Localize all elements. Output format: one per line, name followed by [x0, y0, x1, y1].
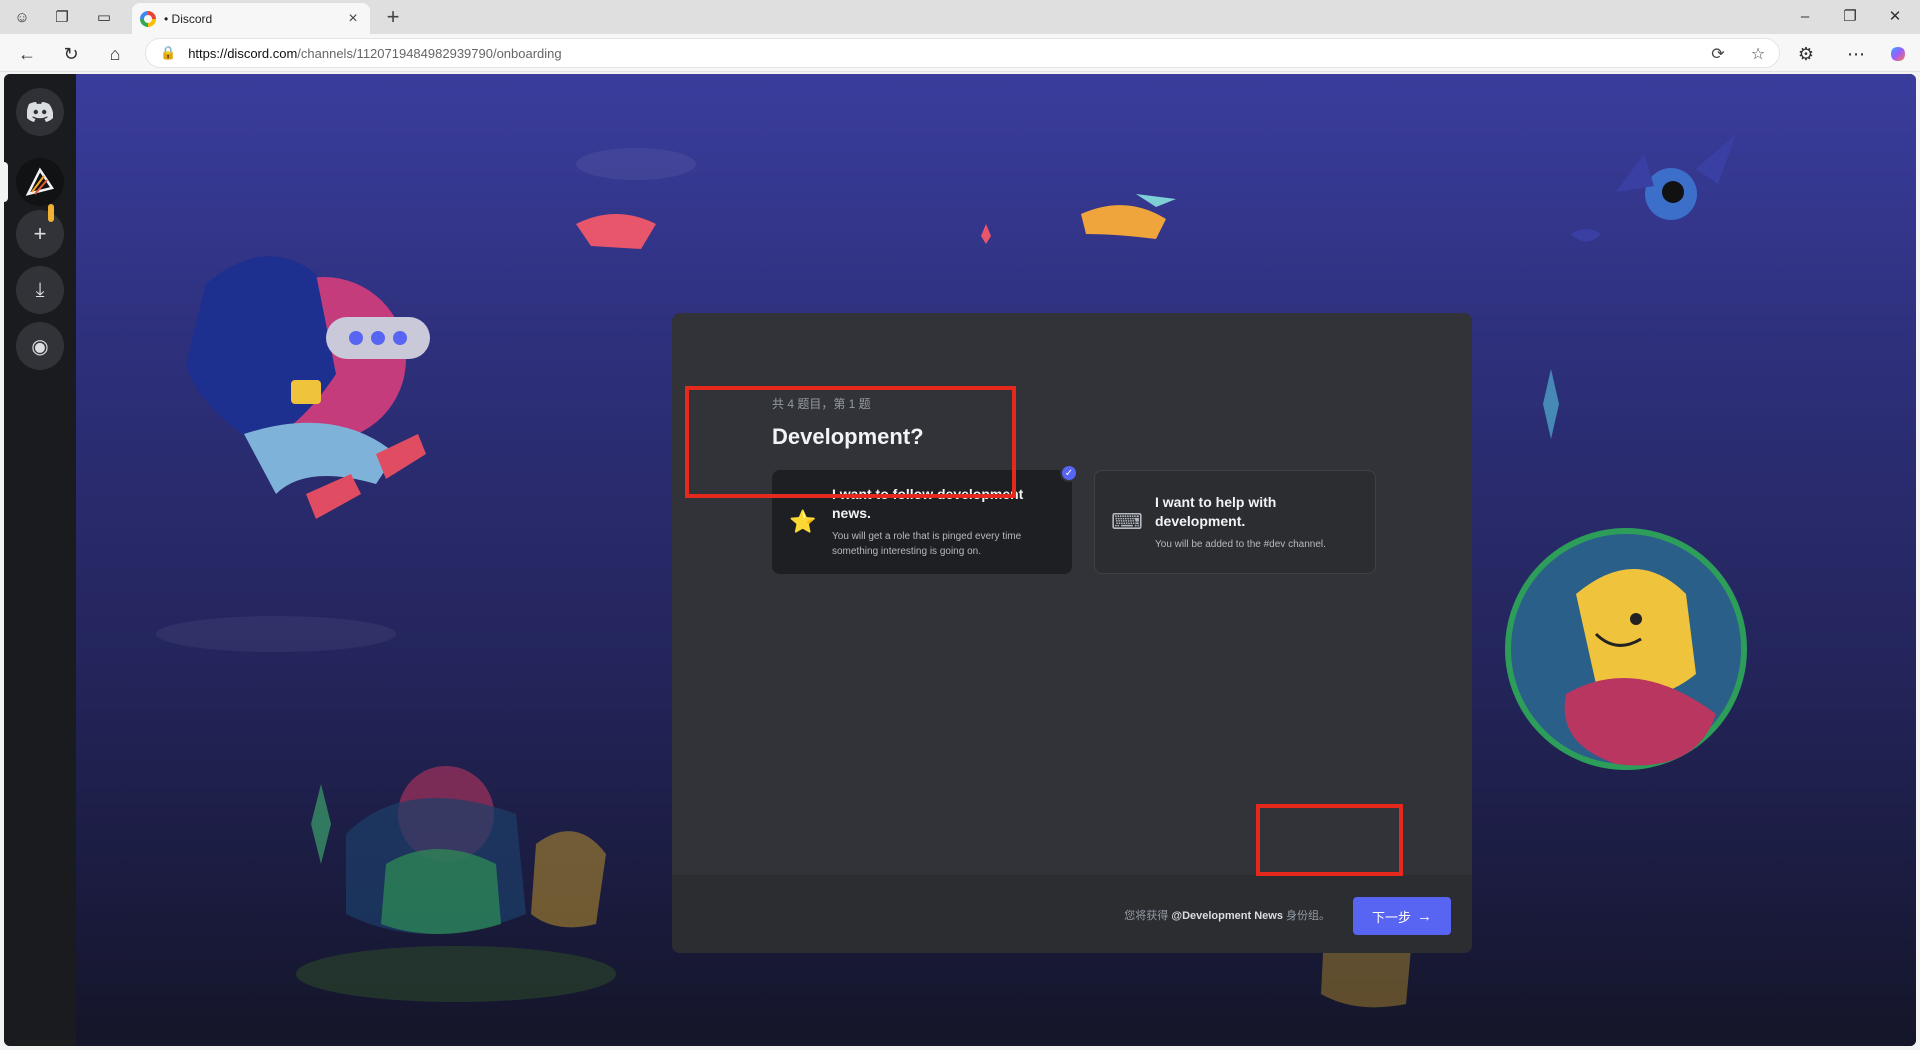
- favorite-star-icon[interactable]: ☆: [1746, 42, 1770, 66]
- back-icon[interactable]: ←: [14, 41, 40, 67]
- translate-icon[interactable]: ⟳: [1706, 42, 1730, 66]
- active-server-indicator: [4, 162, 8, 202]
- tab-title: • Discord: [164, 11, 213, 26]
- next-button-label: 下一步: [1371, 909, 1411, 925]
- more-menu-icon[interactable]: ⋯: [1843, 41, 1869, 67]
- question-progress: 共 4 题目，第 1 题: [772, 397, 871, 411]
- discord-favicon-icon: [140, 10, 156, 27]
- browser-toolbar: ← ↻ ⌂ 🔒 https://discord.com/channels/112…: [0, 34, 1920, 72]
- tab-actions-icon[interactable]: ▭: [92, 5, 116, 29]
- option-description: You will be added to the #dev channel.: [1155, 538, 1326, 550]
- question-title: Development?: [772, 424, 924, 449]
- copilot-icon[interactable]: [1885, 41, 1911, 67]
- star-emoji-icon: ⭐: [789, 509, 817, 534]
- minimize-icon[interactable]: –: [1785, 2, 1825, 32]
- onboarding-backdrop: 共 4 题目，第 1 题 Development? ⭐ I want to fo…: [76, 74, 1916, 1046]
- option-description: You will get a role that is pinged every…: [832, 531, 1022, 557]
- option-title: I want to follow development news.: [832, 486, 1024, 521]
- answer-options: ⭐ I want to follow development news. You…: [772, 464, 1376, 574]
- role-note-suffix: 身份组。: [1286, 910, 1330, 922]
- onboarding-modal: 共 4 题目，第 1 题 Development? ⭐ I want to fo…: [672, 313, 1472, 953]
- add-server-icon[interactable]: +: [16, 210, 64, 258]
- tab-discord[interactable]: • Discord ×: [132, 3, 370, 34]
- browser-tab-bar: ☺ ❐ ▭ • Discord × + – ❐ ✕: [0, 0, 1920, 34]
- download-icon[interactable]: ⤓: [16, 266, 64, 314]
- onboarding-body: 共 4 题目，第 1 题 Development? ⭐ I want to fo…: [672, 313, 1472, 875]
- restore-icon[interactable]: ❐: [1830, 2, 1870, 32]
- option-title: I want to help with development.: [1155, 493, 1277, 529]
- arrow-right-icon: →: [1417, 907, 1432, 925]
- url-host: https://discord.com: [188, 45, 298, 61]
- compass-icon[interactable]: ◉: [16, 322, 64, 370]
- tab-close-icon[interactable]: ×: [344, 10, 362, 28]
- collections-icon[interactable]: ❐: [50, 5, 74, 29]
- profile-icon[interactable]: ☺: [10, 5, 34, 29]
- next-button[interactable]: 下一步 →: [1353, 897, 1451, 935]
- extensions-icon[interactable]: ⚙: [1793, 41, 1819, 67]
- refresh-icon[interactable]: ↻: [58, 41, 84, 67]
- role-note-prefix: 您将获得: [1124, 910, 1169, 922]
- option-follow-news[interactable]: ⭐ I want to follow development news. You…: [772, 464, 1078, 574]
- home-icon[interactable]: ⌂: [102, 41, 128, 67]
- url-path: /channels/1120719484982939790/onboarding: [297, 45, 562, 61]
- role-grant-note: 您将获得 @Development News 身份组。: [1124, 907, 1330, 923]
- selected-check-icon: ✓: [1060, 464, 1078, 482]
- discord-home-icon[interactable]: [16, 88, 64, 136]
- onboarding-footer: 您将获得 @Development News 身份组。 下一步 →: [672, 875, 1472, 953]
- server-sidebar: + ⤓ ◉: [4, 74, 76, 1046]
- discord-app: + ⤓ ◉ 共 4 题目，第 1 题 Development? ⭐ I want…: [4, 74, 1916, 1046]
- server-logo-icon[interactable]: [16, 158, 64, 206]
- lock-icon[interactable]: 🔒: [160, 45, 176, 61]
- option-help-development[interactable]: ⌨ I want to help with development. You w…: [1094, 470, 1376, 574]
- keyboard-emoji-icon: ⌨: [1111, 509, 1143, 534]
- new-tab-button[interactable]: +: [380, 4, 406, 30]
- close-window-icon[interactable]: ✕: [1875, 2, 1915, 32]
- address-bar[interactable]: 🔒 https://discord.com/channels/112071948…: [145, 38, 1780, 68]
- role-name: @Development News: [1171, 910, 1283, 922]
